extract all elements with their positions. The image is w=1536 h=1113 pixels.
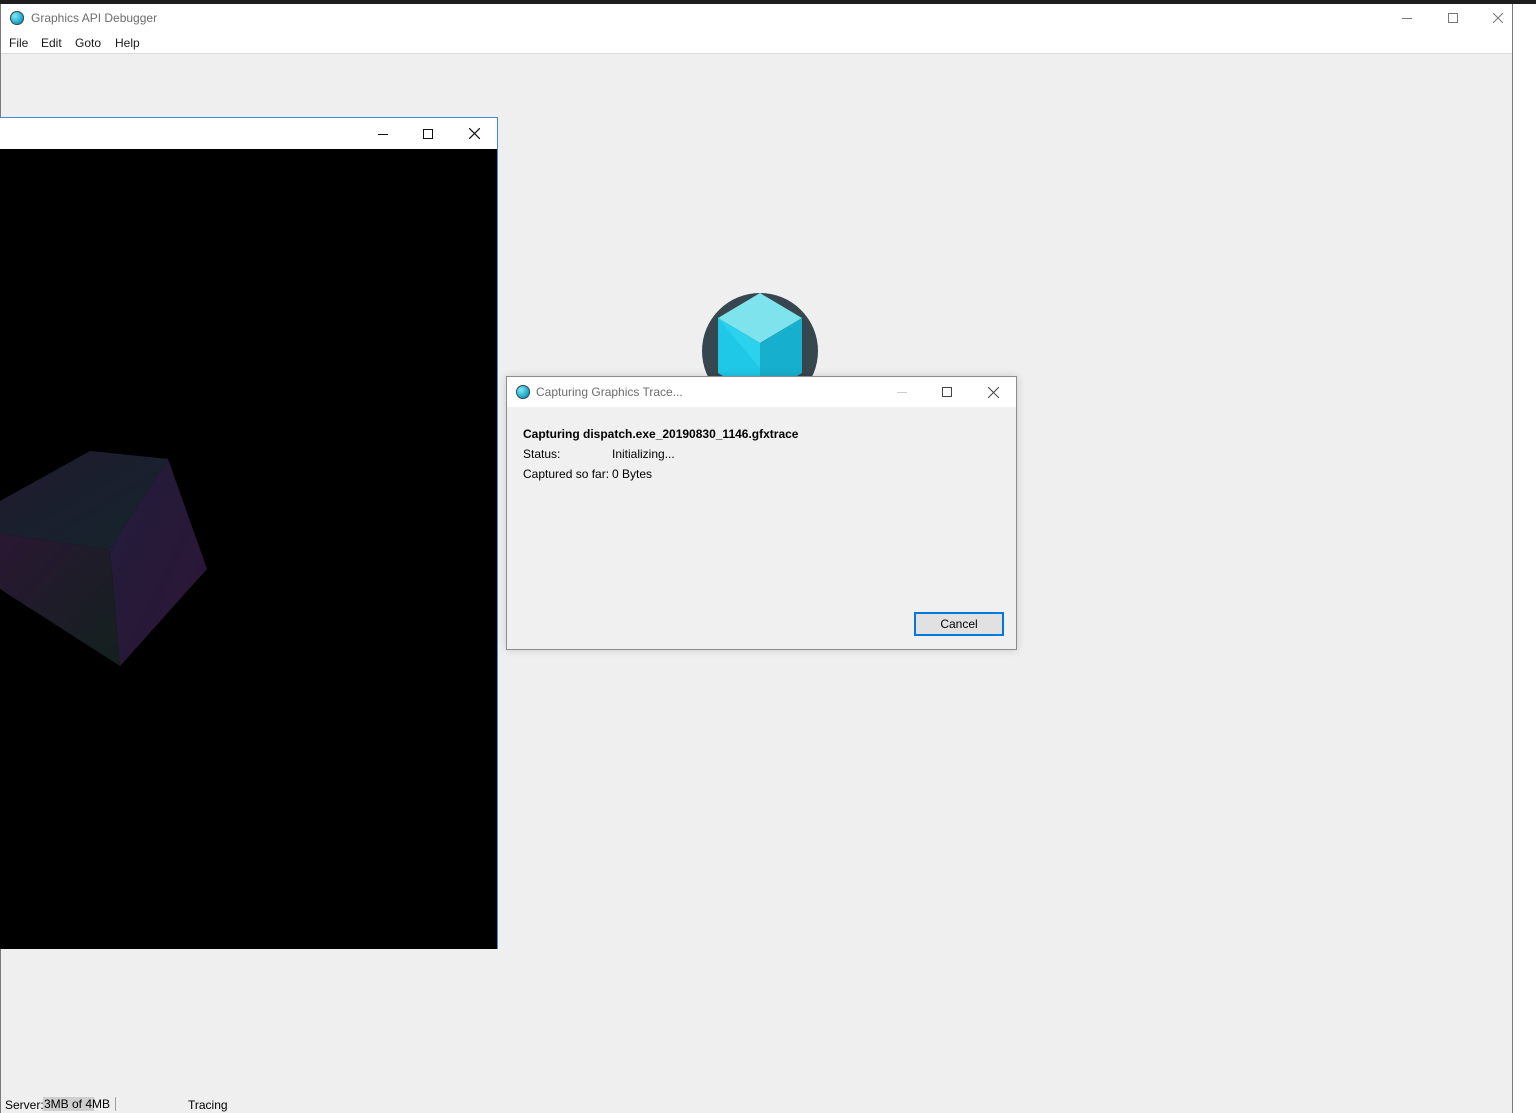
dialog-title: Capturing Graphics Trace...: [536, 385, 683, 399]
main-titlebar[interactable]: Graphics API Debugger: [1, 4, 1512, 32]
cancel-button[interactable]: Cancel: [914, 612, 1004, 636]
render-titlebar[interactable]: [0, 118, 497, 149]
minimize-icon: [378, 133, 388, 135]
minimize-icon: [897, 392, 907, 393]
close-icon: [987, 386, 999, 398]
minimize-button[interactable]: [1384, 4, 1430, 32]
render-minimize-button[interactable]: [360, 118, 406, 149]
captured-label: Captured so far:: [523, 467, 610, 481]
dialog-titlebar[interactable]: Capturing Graphics Trace...: [507, 377, 1016, 407]
dialog-close-button[interactable]: [970, 377, 1016, 407]
tracing-status: Tracing: [188, 1098, 228, 1112]
status-bar: Server: 3MB of 4MB Tracing: [1, 1094, 1512, 1113]
capture-heading: Capturing dispatch.exe_20190830_1146.gfx…: [523, 427, 799, 441]
maximize-icon: [1448, 13, 1458, 23]
menu-bar: File Edit Goto Help: [1, 32, 1512, 54]
dialog-minimize-button: [879, 377, 925, 407]
window-title: Graphics API Debugger: [31, 11, 158, 25]
menu-goto[interactable]: Goto: [75, 36, 101, 50]
render-close-button[interactable]: [451, 118, 497, 149]
rotating-cube-render: [0, 451, 207, 666]
close-icon: [1493, 13, 1503, 23]
render-maximize-button[interactable]: [405, 118, 451, 149]
maximize-button[interactable]: [1430, 4, 1476, 32]
status-value: Initializing...: [612, 447, 675, 461]
menu-edit[interactable]: Edit: [41, 36, 62, 50]
application-render-window: [0, 117, 498, 949]
render-canvas[interactable]: [0, 149, 497, 949]
server-label: Server:: [5, 1098, 44, 1112]
close-icon: [468, 128, 480, 139]
status-separator: [115, 1097, 116, 1111]
capture-dialog: Capturing Graphics Trace... Capturing di…: [506, 376, 1017, 650]
minimize-icon: [1402, 18, 1412, 19]
dialog-maximize-button[interactable]: [924, 377, 970, 407]
captured-value: 0 Bytes: [612, 467, 653, 481]
maximize-icon: [423, 128, 433, 139]
maximize-icon: [942, 387, 952, 397]
app-icon: [516, 385, 530, 399]
close-button[interactable]: [1475, 4, 1521, 32]
menu-file[interactable]: File: [9, 36, 28, 50]
status-label: Status:: [523, 447, 561, 461]
server-usage-value: 3MB of 4MB: [43, 1097, 112, 1111]
app-icon: [10, 11, 24, 25]
menu-help[interactable]: Help: [115, 36, 140, 50]
